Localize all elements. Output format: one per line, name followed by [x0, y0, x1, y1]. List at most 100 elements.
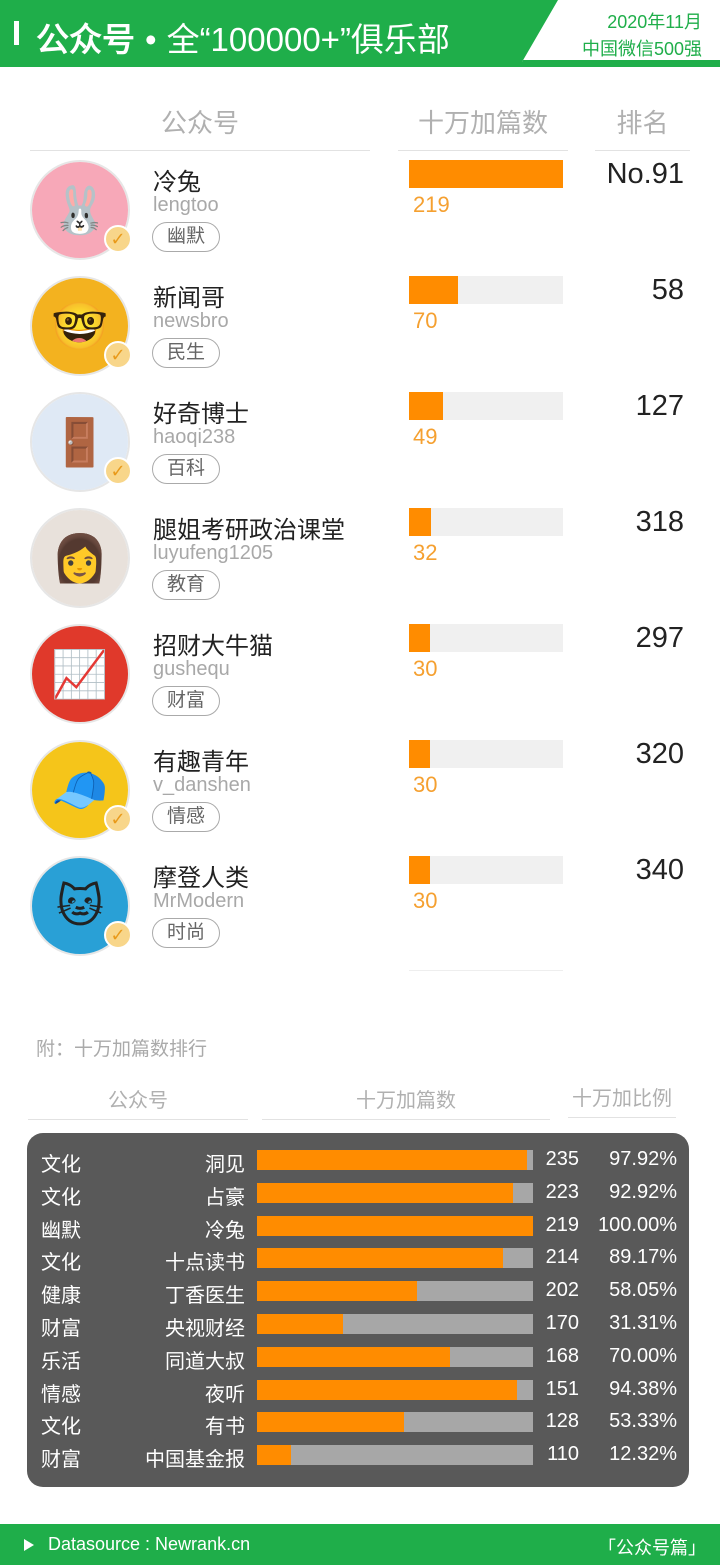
- account-handle: haoqi238: [153, 426, 236, 448]
- page-footer: Datasource : Newrank.cn 「公众号篇」: [0, 1524, 720, 1565]
- ranking-account-name: 冷兔: [205, 1219, 245, 1242]
- ratio-bar-track: [257, 1412, 533, 1433]
- avatar[interactable]: 👩: [30, 508, 130, 608]
- account-name[interactable]: 摩登人类: [153, 858, 249, 893]
- ranking-account-name: 同道大叔: [165, 1350, 245, 1373]
- ratio-bar: [257, 1182, 514, 1203]
- category-tag[interactable]: 时尚: [152, 918, 221, 948]
- badge-date: 2020年11月: [607, 12, 702, 32]
- account-row[interactable]: 🧢 有趣青年 v_danshen 情感 30 320 ✓: [0, 738, 720, 854]
- verified-check-icon: ✓: [104, 341, 132, 369]
- ranking-ratio: 58.05%: [609, 1279, 677, 1302]
- account-name[interactable]: 新闻哥: [153, 278, 225, 313]
- ranking-account-name: 央视财经: [165, 1318, 245, 1340]
- ranking-count: 235: [545, 1148, 579, 1170]
- count-bar-track: [409, 740, 563, 768]
- count-bar: [409, 276, 459, 304]
- date-badge: 2020年11月 中国微信500强: [522, 0, 720, 62]
- verified-check-icon: ✓: [104, 805, 132, 833]
- badge-subtitle: 中国微信500强: [581, 39, 702, 59]
- count-value: 30: [413, 888, 438, 913]
- account-row[interactable]: 👩 腿姐考研政治课堂 luyufeng1205 教育 32 318: [0, 506, 720, 622]
- ranking-count: 170: [545, 1312, 579, 1334]
- ranking-category: 乐活: [41, 1350, 81, 1373]
- ranking-count: 110: [547, 1443, 579, 1466]
- category-tag[interactable]: 幽默: [152, 222, 221, 252]
- category-tag[interactable]: 教育: [152, 570, 221, 600]
- ratio-bar-track: [257, 1379, 533, 1400]
- ranking-panel: 文化 洞见 235 97.92% 文化 占豪 223 92.92% 幽默 冷兔 219 100.00%…: [27, 1133, 689, 1487]
- account-handle: MrModern: [153, 890, 245, 912]
- ranking-account-name: 十点读书: [165, 1252, 245, 1275]
- account-row[interactable]: 🐰 冷兔 lengtoo 幽默 219 No.91 ✓: [0, 158, 720, 274]
- account-row[interactable]: 📈 招财大牛猫 gushequ 财富 30 297: [0, 622, 720, 738]
- ranking-category: 文化: [41, 1252, 81, 1275]
- category-tag[interactable]: 民生: [152, 338, 221, 368]
- ratio-bar: [257, 1281, 418, 1302]
- account-row[interactable]: 🐱 摩登人类 MrModern 时尚 30 340 ✓: [0, 854, 720, 970]
- ranking-count: 202: [545, 1279, 579, 1302]
- ranking-row: 健康 丁香医生 202 58.05%: [27, 1275, 689, 1308]
- appendix-header-ratio: 十万加比例: [568, 1082, 676, 1118]
- title-rest: 全“100000+”俱乐部: [166, 21, 450, 58]
- count-bar: [409, 624, 431, 652]
- count-bar: [409, 740, 431, 768]
- verified-check-icon: ✓: [104, 921, 132, 949]
- category-tag[interactable]: 百科: [152, 454, 221, 484]
- ratio-bar: [257, 1314, 344, 1334]
- ratio-bar-track: [257, 1445, 533, 1466]
- ranking-category: 健康: [41, 1285, 81, 1308]
- count-bar: [409, 160, 563, 188]
- column-header-account: 公众号: [30, 103, 370, 151]
- ranking-row: 文化 有书 128 53.33%: [27, 1406, 689, 1439]
- count-value: 30: [413, 656, 438, 681]
- account-row[interactable]: 🤓 新闻哥 newsbro 民生 70 58 ✓: [0, 274, 720, 390]
- rank-value: 58: [651, 274, 684, 306]
- list-divider: [409, 970, 563, 971]
- title-dot: •: [145, 21, 157, 58]
- count-bar: [409, 508, 432, 536]
- rank-value: 340: [635, 854, 684, 886]
- appendix-header-account: 公众号: [28, 1084, 248, 1120]
- count-bar: [409, 392, 444, 420]
- count-bar-track: [409, 508, 563, 536]
- rank-value: 318: [635, 506, 684, 538]
- count-bar-track: [409, 624, 563, 652]
- account-name[interactable]: 招财大牛猫: [153, 626, 273, 661]
- column-header-rank: 排名: [595, 103, 690, 151]
- category-tag[interactable]: 情感: [152, 802, 221, 832]
- count-value: 49: [413, 424, 438, 449]
- account-handle: v_danshen: [153, 774, 251, 796]
- account-handle: luyufeng1205: [153, 542, 274, 564]
- account-row[interactable]: 🚪 好奇博士 haoqi238 百科 49 127 ✓: [0, 390, 720, 506]
- account-name[interactable]: 好奇博士: [153, 394, 249, 429]
- ratio-bar-track: [257, 1314, 533, 1334]
- ranking-account-name: 洞见: [205, 1154, 245, 1176]
- avatar[interactable]: 📈: [30, 624, 130, 724]
- count-value: 30: [413, 772, 438, 797]
- column-header-count: 十万加篇数: [398, 103, 568, 151]
- ratio-bar: [257, 1346, 451, 1367]
- category-tag[interactable]: 财富: [152, 686, 221, 716]
- ranking-category: 文化: [41, 1186, 81, 1209]
- ratio-bar-track: [257, 1346, 533, 1367]
- play-triangle-icon: [24, 1539, 34, 1552]
- rank-value: 320: [635, 738, 684, 770]
- ranking-category: 幽默: [41, 1219, 81, 1242]
- account-name[interactable]: 腿姐考研政治课堂: [153, 510, 345, 545]
- ratio-bar: [257, 1215, 533, 1236]
- ranking-row: 文化 占豪 223 92.92%: [27, 1177, 689, 1210]
- footer-label: 「公众号篇」: [598, 1538, 706, 1558]
- account-handle: newsbro: [153, 310, 229, 332]
- count-value: 219: [413, 192, 450, 217]
- ranking-count: 223: [545, 1180, 579, 1203]
- ranking-category: 财富: [41, 1449, 81, 1472]
- ranking-account-name: 丁香医生: [165, 1285, 245, 1308]
- ranking-account-name: 中国基金报: [145, 1449, 245, 1472]
- account-name[interactable]: 有趣青年: [153, 742, 249, 777]
- account-name[interactable]: 冷兔: [153, 162, 201, 197]
- ranking-ratio: 31.31%: [609, 1312, 677, 1334]
- ranking-ratio: 89.17%: [609, 1246, 677, 1269]
- ranking-ratio: 97.92%: [609, 1148, 677, 1170]
- ranking-row: 财富 央视财经 170 31.31%: [27, 1308, 689, 1341]
